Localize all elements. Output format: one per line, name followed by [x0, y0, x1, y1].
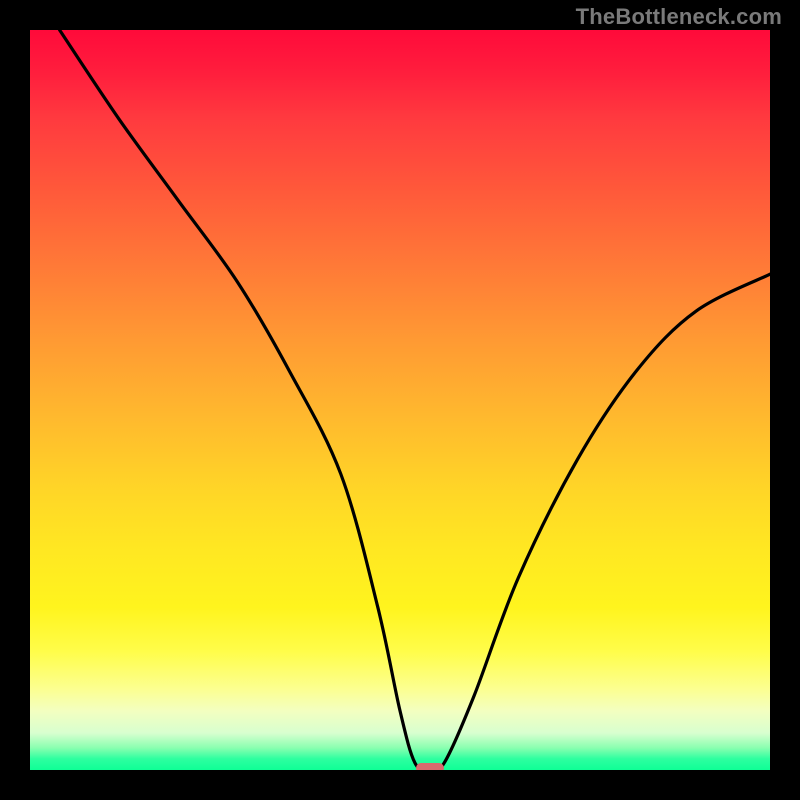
- bottleneck-curve: [30, 30, 770, 770]
- plot-area: [30, 30, 770, 770]
- watermark-text: TheBottleneck.com: [576, 4, 782, 30]
- minimum-marker: [416, 763, 444, 770]
- chart-frame: TheBottleneck.com: [0, 0, 800, 800]
